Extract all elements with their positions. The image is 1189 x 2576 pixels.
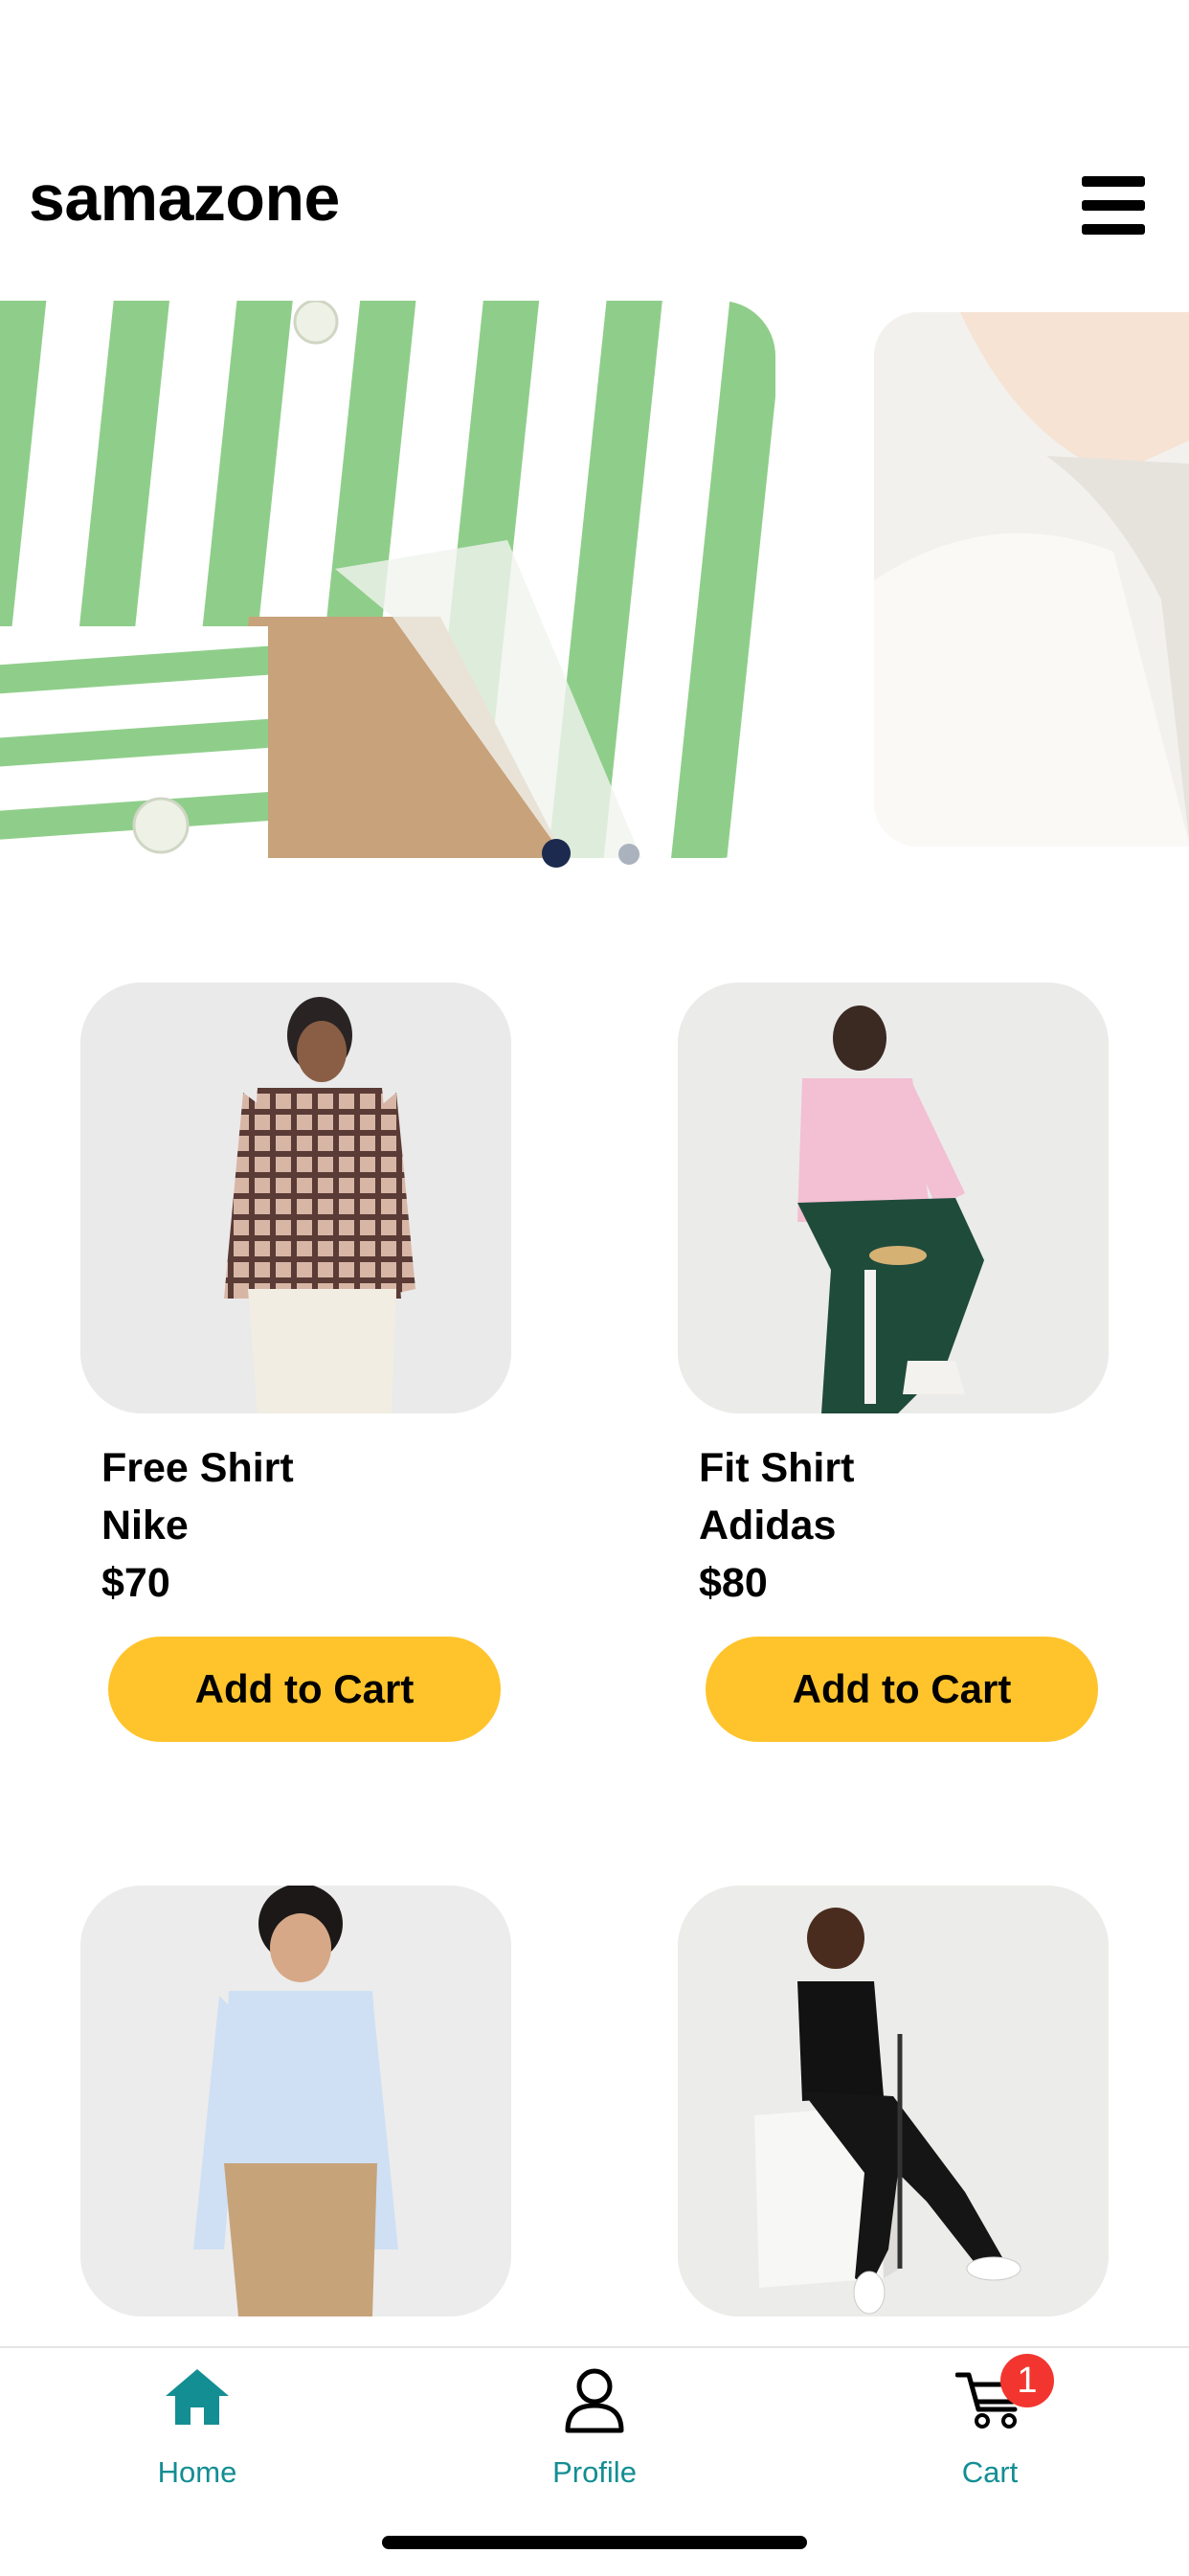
- app-header: samazone: [0, 0, 1189, 287]
- hamburger-menu-icon[interactable]: [1082, 176, 1147, 235]
- tab-label: Cart: [961, 2455, 1019, 2489]
- product-image[interactable]: [678, 983, 1109, 1413]
- carousel-slide-2[interactable]: [874, 312, 1189, 847]
- product-brand: Nike: [101, 1503, 189, 1548]
- product-card: [80, 1886, 511, 2316]
- plaid-shirt-model-image: [80, 983, 511, 1413]
- pagination-dot-active[interactable]: [542, 839, 571, 868]
- black-polo-golf-model-image: [678, 1886, 1109, 2316]
- tab-cart[interactable]: Cart: [875, 2348, 1105, 2501]
- person-icon: [565, 2368, 624, 2433]
- brand-title[interactable]: samazone: [29, 161, 340, 236]
- pink-shirt-model-image: [678, 983, 1109, 1413]
- product-price: $80: [699, 1560, 768, 1606]
- menu-line: [1082, 200, 1145, 211]
- add-to-cart-button[interactable]: Add to Cart: [108, 1637, 501, 1742]
- product-image[interactable]: [678, 1886, 1109, 2316]
- blue-shirt-model-image: [80, 1886, 511, 2316]
- tab-label: Profile: [552, 2455, 637, 2489]
- carousel-pagination: [542, 839, 647, 868]
- tab-label: Home: [157, 2455, 237, 2489]
- product-image[interactable]: [80, 983, 511, 1413]
- menu-line: [1082, 224, 1145, 235]
- product-name[interactable]: Free Shirt: [101, 1445, 294, 1492]
- white-collar-shirt-image: [874, 312, 1189, 847]
- product-card: Free Shirt Nike $70 Add to Cart: [80, 983, 511, 1749]
- product-name[interactable]: Fit Shirt: [699, 1445, 854, 1492]
- green-striped-shirt-image: [0, 301, 775, 858]
- add-to-cart-button[interactable]: Add to Cart: [706, 1637, 1098, 1742]
- tab-profile[interactable]: Profile: [480, 2348, 709, 2501]
- menu-line: [1082, 176, 1145, 187]
- carousel-slide-1[interactable]: [0, 301, 775, 858]
- tab-home[interactable]: Home: [82, 2348, 312, 2501]
- product-card: [678, 1886, 1109, 2316]
- pagination-dot[interactable]: [618, 844, 639, 865]
- product-brand: Adidas: [699, 1503, 837, 1548]
- product-image[interactable]: [80, 1886, 511, 2316]
- product-price: $70: [101, 1560, 170, 1606]
- cart-badge: 1: [1000, 2354, 1054, 2407]
- home-icon: [166, 2369, 229, 2425]
- home-indicator[interactable]: [382, 2536, 807, 2549]
- product-card: Fit Shirt Adidas $80 Add to Cart: [678, 983, 1109, 1749]
